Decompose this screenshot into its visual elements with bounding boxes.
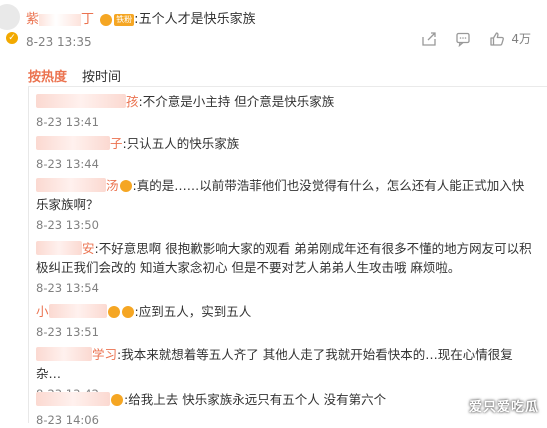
comment-item: 孩:不介意是小主持 但介意是快乐家族 8-23 13:41	[36, 92, 536, 130]
watermark: 爱只爱吃瓜	[468, 400, 539, 415]
comment-text: 给我上去 快乐家族永远只有五个人 没有第六个	[128, 392, 387, 407]
tab-by-hot[interactable]: 按热度	[28, 66, 67, 85]
like-count: 4万	[511, 32, 531, 46]
fan-badge-tag: 铁粉	[114, 13, 135, 26]
comment-text: 应到五人，实到五人	[138, 304, 252, 319]
comment-rail	[28, 87, 29, 423]
comment-text: 只认五人的快乐家族	[126, 136, 240, 151]
comment-author[interactable]	[36, 347, 92, 361]
post-content: 紫丁 铁粉:五个人才是快乐家族	[26, 12, 256, 27]
comment-icon[interactable]	[455, 31, 471, 47]
fan-badge-icon	[100, 13, 113, 26]
post-avatar[interactable]	[0, 4, 20, 30]
comment-item: :给我上去 快乐家族永远只有五个人 没有第六个 8-23 14:06	[36, 390, 536, 428]
comment-author[interactable]	[48, 304, 107, 318]
comment-text: 不介意是小主持 但介意是快乐家族	[142, 94, 335, 109]
divider	[28, 86, 547, 87]
like-icon[interactable]	[489, 31, 505, 47]
comment-time: 8-23 13:41	[36, 115, 99, 129]
comment-author[interactable]	[36, 136, 110, 150]
comment-item: 小:应到五人，实到五人 8-23 13:51	[36, 302, 536, 340]
comment-author[interactable]	[36, 178, 106, 192]
post-username[interactable]: 紫丁	[26, 12, 98, 27]
tab-by-time[interactable]: 按时间	[82, 66, 121, 85]
fan-badge-icon	[107, 305, 120, 318]
comment-item: 子:只认五人的快乐家族 8-23 13:44	[36, 134, 536, 172]
fan-badge-icon	[119, 179, 132, 192]
comment-time: 8-23 14:06	[36, 413, 99, 427]
comment-author[interactable]	[36, 392, 110, 406]
comment-time: 8-23 13:54	[36, 281, 99, 295]
share-icon[interactable]	[421, 31, 437, 47]
username-blur	[39, 13, 82, 26]
comment-item: 汤:真的是……以前带浩菲他们也没觉得有什么，怎么还有人能正式加入快乐家族啊？ 8…	[36, 176, 536, 233]
comment-text: 不好意思啊 很抱歉影响大家的观看 弟弟刚成年还有很多不懂的地方网友可以积极纠正我…	[36, 241, 532, 275]
comment-author[interactable]	[36, 94, 126, 108]
fan-badge-icon	[121, 305, 134, 318]
comment-time: 8-23 13:50	[36, 218, 99, 232]
fan-badge-icon	[111, 393, 123, 406]
comment-item: 安:不好意思啊 很抱歉影响大家的观看 弟弟刚成年还有很多不懂的地方网友可以积极纠…	[36, 239, 536, 296]
post-time: 8-23 13:35	[26, 35, 92, 49]
post-header: ✓ 紫丁 铁粉:五个人才是快乐家族 8-23 13:35 4万	[0, 0, 547, 60]
post-actions: 4万	[403, 30, 531, 47]
post-text: 五个人才是快乐家族	[138, 12, 256, 27]
verified-icon: ✓	[6, 32, 18, 44]
comment-author[interactable]	[36, 241, 82, 255]
comment-time: 8-23 13:44	[36, 157, 99, 171]
comment-time: 8-23 13:51	[36, 325, 99, 339]
